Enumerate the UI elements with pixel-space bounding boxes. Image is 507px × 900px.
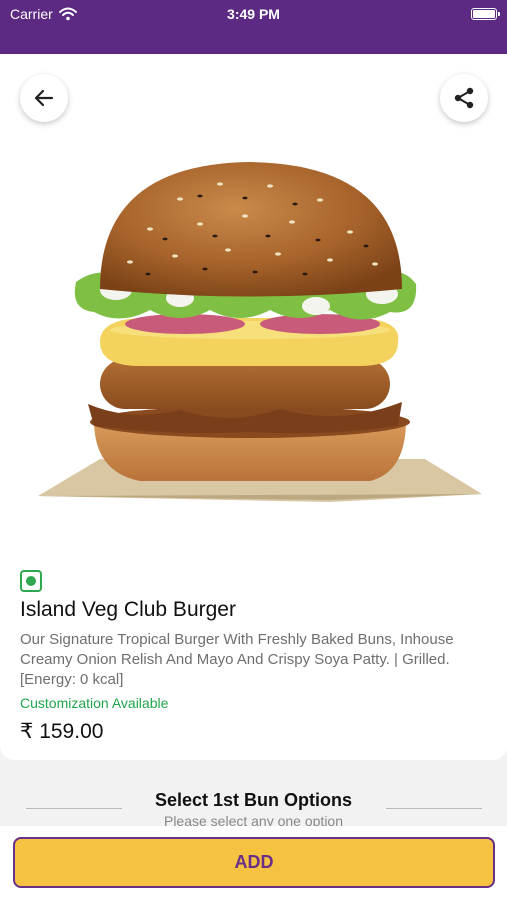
status-time: 3:49 PM — [227, 6, 280, 22]
status-bar: Carrier 3:49 PM — [0, 0, 507, 54]
battery-icon — [471, 8, 500, 20]
add-button[interactable]: ADD — [13, 837, 495, 888]
customization-label: Customization Available — [20, 695, 169, 711]
product-title: Island Veg Club Burger — [20, 598, 236, 621]
back-arrow-icon — [34, 89, 54, 107]
back-button[interactable] — [20, 74, 68, 122]
product-price: ₹ 159.00 — [20, 720, 104, 743]
share-button[interactable] — [440, 74, 488, 122]
product-card: Island Veg Club Burger Our Signature Tro… — [0, 54, 507, 760]
divider-right — [386, 808, 482, 809]
share-icon — [454, 87, 474, 109]
bottom-bar: ADD — [0, 826, 507, 900]
product-description: Our Signature Tropical Burger With Fresh… — [20, 631, 454, 688]
veg-indicator-icon — [20, 570, 42, 592]
product-image — [30, 104, 485, 524]
